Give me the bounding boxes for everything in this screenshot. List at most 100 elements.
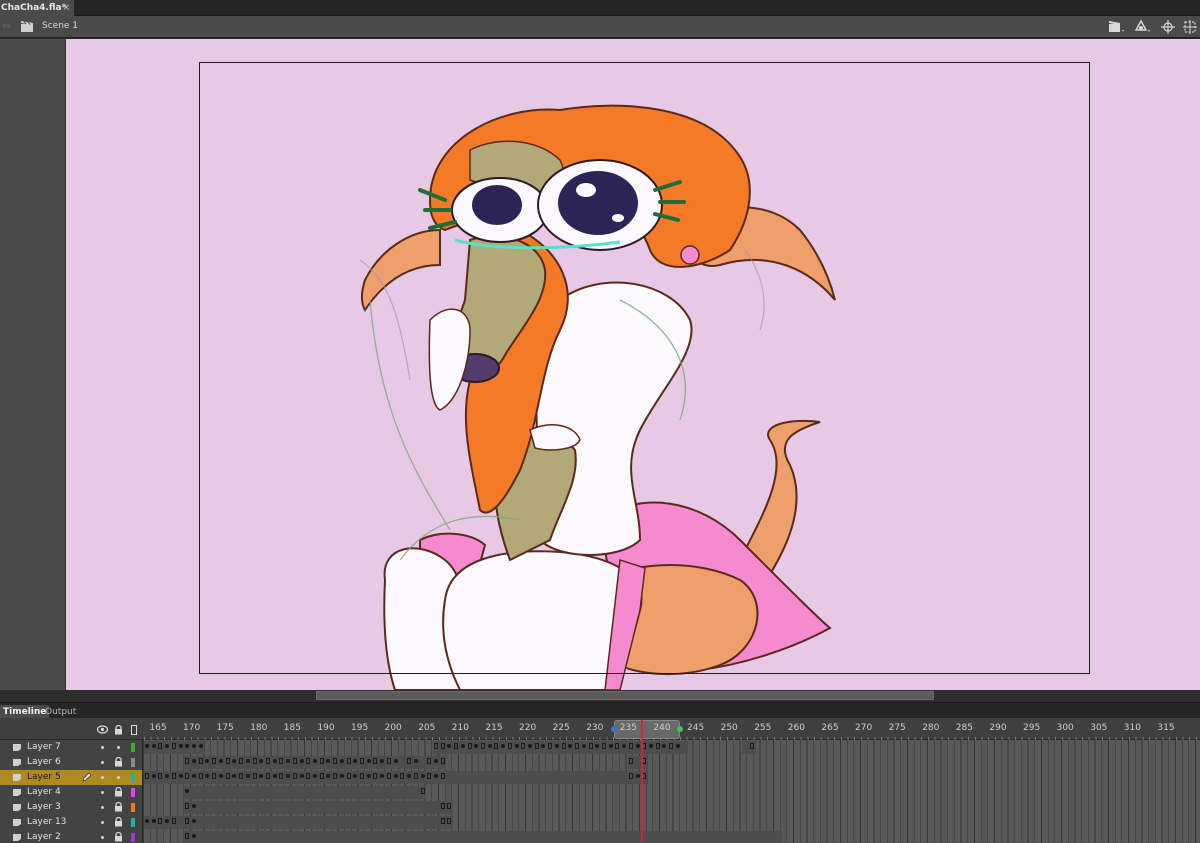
keyframe[interactable]: [433, 774, 438, 778]
layer-name-cell[interactable]: Layer 7: [0, 740, 143, 755]
layer-outline-color[interactable]: [131, 743, 135, 752]
center-stage-icon[interactable]: [1182, 19, 1200, 35]
blank-keyframe[interactable]: [158, 743, 163, 749]
document-tab[interactable]: ChaCha4.fla* ×: [0, 0, 74, 16]
keyframe[interactable]: [649, 744, 653, 748]
blank-keyframe[interactable]: [225, 758, 230, 764]
blank-keyframe[interactable]: [588, 743, 593, 749]
blank-keyframe[interactable]: [158, 773, 163, 779]
layer-frames[interactable]: [144, 830, 1200, 843]
blank-keyframe[interactable]: [212, 773, 217, 779]
blank-keyframe[interactable]: [239, 773, 244, 779]
keyframe[interactable]: [192, 774, 197, 778]
keyframe[interactable]: [339, 774, 344, 778]
keyframe[interactable]: [178, 774, 183, 778]
blank-keyframe[interactable]: [615, 743, 620, 749]
blank-keyframe[interactable]: [440, 758, 445, 764]
keyframe[interactable]: [198, 744, 203, 748]
keyframe[interactable]: [413, 759, 418, 763]
keyframe[interactable]: [192, 744, 197, 748]
visibility-toggle[interactable]: [101, 776, 104, 779]
blank-keyframe[interactable]: [171, 773, 176, 779]
keyframe[interactable]: [608, 744, 613, 748]
visibility-toggle[interactable]: [101, 821, 104, 824]
blank-keyframe[interactable]: [534, 743, 539, 749]
layer-frames[interactable]: [144, 800, 1200, 815]
blank-keyframe[interactable]: [481, 743, 485, 749]
visibility-toggle[interactable]: [101, 791, 104, 794]
layer-name-cell[interactable]: Layer 6: [0, 755, 143, 770]
back-arrow-icon[interactable]: ⇦: [2, 21, 10, 32]
layer-frames[interactable]: [144, 740, 1200, 755]
keyframe[interactable]: [299, 759, 304, 763]
layer-name-cell[interactable]: Layer 5: [0, 770, 143, 785]
layer-name[interactable]: Layer 4: [27, 787, 61, 797]
keyframe[interactable]: [581, 744, 586, 748]
blank-keyframe[interactable]: [360, 773, 365, 779]
layer-frames[interactable]: [144, 785, 1200, 800]
keyframe[interactable]: [460, 744, 465, 748]
blank-keyframe[interactable]: [521, 743, 526, 749]
lock-icon[interactable]: [114, 817, 123, 827]
keyframe[interactable]: [218, 774, 223, 778]
scene-label[interactable]: Scene 1: [42, 21, 78, 31]
keyframe[interactable]: [192, 804, 197, 808]
blank-keyframe[interactable]: [185, 818, 190, 824]
layer-row[interactable]: Layer 6: [0, 755, 1200, 770]
blank-keyframe[interactable]: [171, 818, 176, 824]
keyframe[interactable]: [192, 834, 197, 838]
blank-keyframe[interactable]: [373, 773, 378, 779]
blank-keyframe[interactable]: [265, 758, 270, 764]
blank-keyframe[interactable]: [548, 743, 553, 749]
blank-keyframe[interactable]: [185, 773, 190, 779]
blank-keyframe[interactable]: [333, 758, 338, 764]
keyframe[interactable]: [272, 759, 277, 763]
lock-icon[interactable]: [114, 802, 123, 812]
blank-keyframe[interactable]: [628, 743, 633, 749]
blank-keyframe[interactable]: [447, 818, 452, 824]
close-icon[interactable]: ×: [62, 0, 70, 16]
blank-keyframe[interactable]: [265, 773, 270, 779]
blank-keyframe[interactable]: [185, 758, 190, 764]
layer-name[interactable]: Layer 5: [27, 772, 61, 782]
keyframe[interactable]: [420, 774, 425, 778]
blank-keyframe[interactable]: [279, 773, 284, 779]
blank-keyframe[interactable]: [198, 773, 203, 779]
lock-icon[interactable]: [114, 757, 123, 767]
layer-row[interactable]: Layer 4: [0, 785, 1200, 800]
blank-keyframe[interactable]: [440, 743, 445, 749]
keyframe[interactable]: [487, 744, 492, 748]
layer-name-cell[interactable]: Layer 3: [0, 800, 143, 815]
blank-keyframe[interactable]: [386, 758, 391, 764]
eye-icon[interactable]: [97, 725, 108, 734]
keyframe[interactable]: [145, 744, 149, 748]
keyframe[interactable]: [339, 759, 344, 763]
layer-outline-color[interactable]: [131, 758, 135, 767]
keyframe[interactable]: [433, 759, 438, 763]
keyframe[interactable]: [145, 819, 149, 823]
layer-row[interactable]: Layer 5: [0, 770, 1200, 785]
blank-keyframe[interactable]: [413, 773, 418, 779]
layer-outline-color[interactable]: [131, 833, 135, 842]
frame-span[interactable]: [144, 816, 454, 829]
blank-keyframe[interactable]: [655, 743, 660, 749]
lock-toggle[interactable]: [117, 746, 120, 749]
keyframe[interactable]: [675, 744, 680, 748]
blank-keyframe[interactable]: [440, 773, 445, 779]
visibility-toggle[interactable]: [101, 746, 104, 749]
layer-outline-color[interactable]: [131, 773, 135, 782]
keyframe[interactable]: [366, 759, 371, 763]
frame-span[interactable]: [184, 786, 427, 799]
keyframe[interactable]: [192, 759, 197, 763]
blank-keyframe[interactable]: [319, 758, 324, 764]
keyframe[interactable]: [151, 774, 156, 778]
blank-keyframe[interactable]: [373, 758, 378, 764]
visibility-toggle[interactable]: [101, 761, 104, 764]
layer-row[interactable]: Layer 2: [0, 830, 1200, 843]
keyframe[interactable]: [528, 744, 533, 748]
keyframe[interactable]: [151, 819, 156, 823]
lock-icon[interactable]: [114, 832, 123, 842]
keyframe[interactable]: [514, 744, 519, 748]
blank-keyframe[interactable]: [433, 743, 438, 749]
blank-keyframe[interactable]: [346, 758, 351, 764]
